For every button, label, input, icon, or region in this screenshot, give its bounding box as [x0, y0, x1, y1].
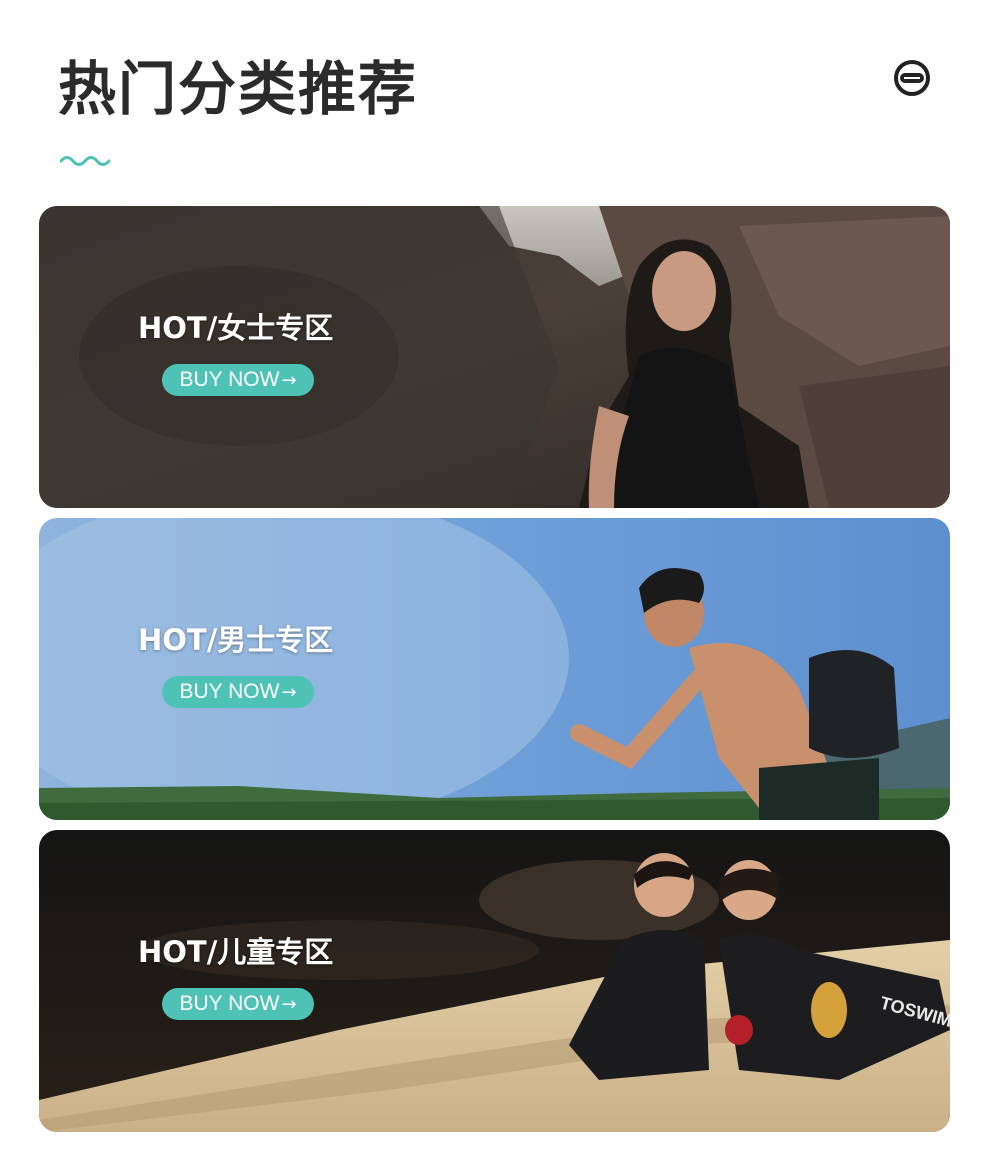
banner-kids[interactable]: TOSWIM HOT/儿童专区 BUY NOW →: [39, 830, 950, 1132]
buy-now-button[interactable]: BUY NOW →: [162, 988, 314, 1020]
buy-now-button[interactable]: BUY NOW →: [162, 364, 314, 396]
banner-women[interactable]: HOT/女士专区 BUY NOW →: [39, 206, 950, 508]
banner-women-photo: [39, 206, 950, 508]
arrow-right-icon: →: [281, 682, 297, 703]
arrow-right-icon: →: [281, 370, 297, 391]
section-header: 热门分类推荐: [0, 0, 990, 200]
banner-men-photo: [39, 518, 950, 820]
buy-now-label: BUY NOW: [179, 368, 280, 391]
wave-icon: [60, 156, 110, 166]
buy-now-label: BUY NOW: [179, 680, 280, 703]
banner-title: HOT/女士专区: [138, 311, 334, 345]
buy-now-button[interactable]: BUY NOW →: [162, 676, 314, 708]
arrow-right-icon: →: [281, 994, 297, 1015]
banner-kids-photo: TOSWIM: [39, 830, 950, 1132]
banner-title: HOT/男士专区: [138, 623, 334, 657]
banner-men-text: HOT/男士专区 BUY NOW →: [138, 622, 358, 708]
swim-goggles-icon: [894, 60, 930, 96]
page-title: 热门分类推荐: [58, 55, 419, 123]
banner-men[interactable]: HOT/男士专区 BUY NOW →: [39, 518, 950, 820]
banner-kids-text: HOT/儿童专区 BUY NOW →: [138, 934, 358, 1020]
banner-title: HOT/儿童专区: [138, 935, 334, 969]
banner-women-text: HOT/女士专区 BUY NOW →: [138, 310, 358, 396]
buy-now-label: BUY NOW: [179, 992, 280, 1015]
